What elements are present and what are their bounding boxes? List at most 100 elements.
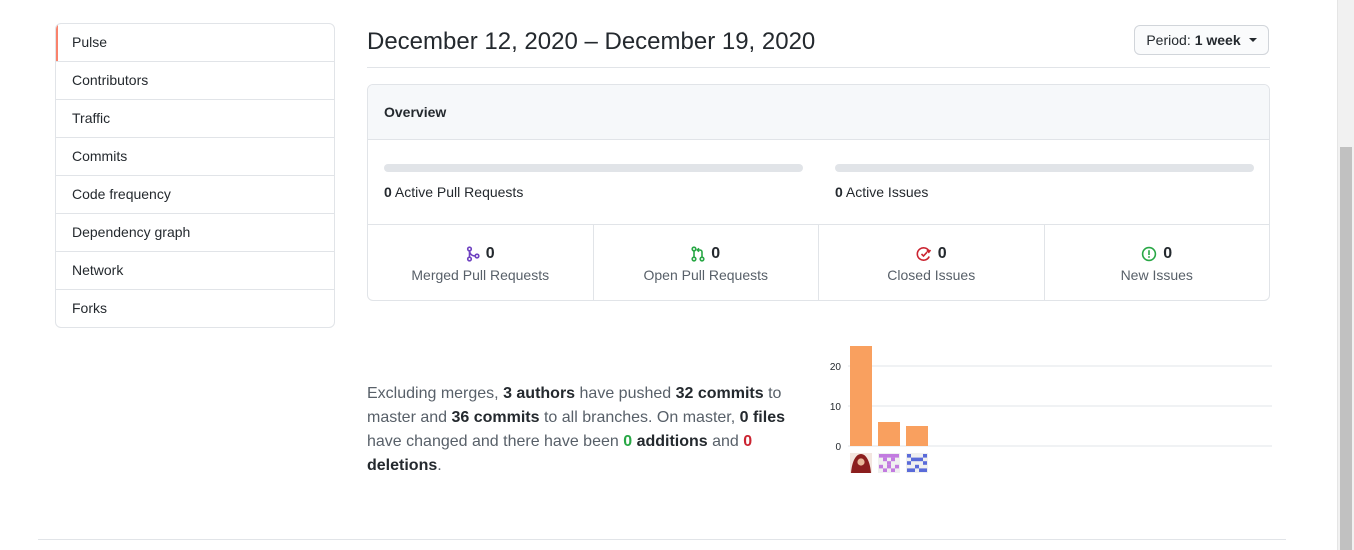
avatar-3-cell	[907, 468, 911, 472]
summary-text: have changed and there have been	[367, 433, 624, 450]
sidebar-item-label: Code frequency	[72, 186, 171, 202]
avatar-3-cell	[923, 468, 927, 472]
sidebar-item-dependency-graph[interactable]: Dependency graph	[56, 214, 334, 252]
scrollbar-thumb[interactable]	[1340, 147, 1352, 550]
git-merge-icon	[466, 246, 480, 262]
insights-sidebar: Pulse Contributors Traffic Commits Code …	[55, 23, 335, 328]
avatar-3-cell	[915, 457, 919, 462]
active-issues-link[interactable]: 0 Active Issues	[835, 184, 928, 200]
master-commits-count: 32 commits	[675, 385, 764, 402]
chart-bar	[906, 426, 928, 446]
period-label: Period:	[1146, 32, 1191, 48]
open-pull-requests-label: Open Pull Requests	[643, 267, 769, 283]
all-branches-commits-count: 36 commits	[451, 409, 540, 426]
authors-count: 3 authors	[503, 385, 576, 402]
sidebar-item-label: Pulse	[72, 34, 108, 50]
deletions-label: deletions	[367, 457, 438, 474]
vertical-scrollbar[interactable]	[1337, 0, 1354, 550]
summary-text: and	[707, 433, 744, 450]
open-pull-requests-stat[interactable]: 0 Open Pull Requests	[594, 225, 819, 300]
active-issues-count: 0	[835, 184, 843, 200]
avatar-2-cell	[891, 454, 895, 458]
y-tick-label: 10	[830, 402, 842, 413]
sidebar-item-code-frequency[interactable]: Code frequency	[56, 176, 334, 214]
sidebar-item-label: Traffic	[72, 110, 111, 126]
avatar-3-cell	[919, 468, 923, 472]
sidebar-item-pulse[interactable]: Pulse	[56, 24, 334, 62]
merged-pull-requests-label: Merged Pull Requests	[411, 267, 550, 283]
overview-box: Overview 0 Active Pull Requests 0 Active…	[367, 84, 1270, 301]
overview-stats: 0 Merged Pull Requests 0 Open Pull Reque…	[368, 225, 1270, 300]
summary-text: have pushed	[575, 385, 676, 402]
overview-title: Overview	[368, 85, 1269, 140]
active-issues-label: Active Issues	[845, 184, 929, 200]
issue-closed-icon	[916, 246, 932, 262]
period-value: 1 week	[1194, 32, 1241, 48]
avatar-2-cell	[887, 461, 891, 465]
closed-issues-stat[interactable]: 0 Closed Issues	[819, 225, 1045, 300]
avatar-2-cell	[887, 464, 891, 469]
additions-label: additions	[632, 433, 708, 450]
avatar-3-cell	[923, 461, 927, 465]
commits-by-author-chart: 0 10 20	[830, 346, 1272, 473]
chart-bar	[850, 346, 872, 446]
summary-text: Excluding merges,	[367, 385, 504, 402]
avatar-2-cell	[895, 464, 899, 469]
y-tick-label: 20	[830, 362, 842, 373]
footer-divider	[38, 539, 1286, 540]
avatar-2-cell	[895, 454, 899, 458]
caret-down-icon	[1248, 38, 1257, 42]
sidebar-item-network[interactable]: Network	[56, 252, 334, 290]
avatar-2-cell	[891, 457, 895, 462]
merged-pull-requests-count: 0	[485, 245, 495, 262]
open-pull-requests-count: 0	[711, 245, 721, 262]
avatar-3-cell	[919, 457, 923, 462]
commit-summary: Excluding merges, 3 authors have pushed …	[367, 382, 822, 478]
avatar-2-cell	[883, 468, 887, 472]
active-pull-requests-count: 0	[384, 184, 392, 200]
issue-opened-icon	[1141, 246, 1157, 262]
new-issues-count: 0	[1163, 245, 1173, 262]
closed-issues-label: Closed Issues	[887, 267, 976, 283]
new-issues-stat[interactable]: 0 New Issues	[1045, 225, 1270, 300]
avatar-2-cell	[879, 464, 883, 469]
sidebar-item-label: Network	[72, 262, 124, 278]
summary-text: to all branches. On master,	[539, 409, 740, 426]
avatar-3-cell	[907, 461, 911, 465]
avatar-1-face	[857, 458, 865, 466]
new-issues-label: New Issues	[1120, 267, 1193, 283]
avatar-2-cell	[891, 468, 895, 472]
avatar-3-cell	[915, 464, 919, 469]
avatar-2-cell	[879, 454, 883, 458]
issues-progress-bar	[835, 164, 1254, 172]
sidebar-item-label: Contributors	[72, 72, 149, 88]
sidebar-item-traffic[interactable]: Traffic	[56, 100, 334, 138]
activity-bars: 0 Active Pull Requests 0 Active Issues	[368, 140, 1269, 225]
period-dropdown-button[interactable]: Period: 1 week	[1134, 25, 1269, 55]
y-tick-label: 0	[835, 442, 841, 453]
additions-count: 0	[623, 433, 633, 450]
closed-issues-count: 0	[937, 245, 947, 262]
avatar-3-cell	[907, 454, 911, 458]
sidebar-item-commits[interactable]: Commits	[56, 138, 334, 176]
summary-text: .	[437, 457, 442, 474]
avatar-2-cell	[883, 454, 887, 458]
deletions-count: 0	[743, 433, 753, 450]
git-pull-request-icon	[691, 246, 705, 262]
avatar-2-cell	[883, 457, 887, 462]
sidebar-item-label: Commits	[72, 148, 128, 164]
avatar-3-cell	[911, 468, 915, 472]
sidebar-item-contributors[interactable]: Contributors	[56, 62, 334, 100]
header-divider	[367, 67, 1270, 68]
chart-bar	[878, 422, 900, 446]
page-title: December 12, 2020 – December 19, 2020	[367, 28, 816, 55]
active-pull-requests-link[interactable]: 0 Active Pull Requests	[384, 184, 523, 200]
files-changed-count: 0 files	[739, 409, 785, 426]
sidebar-item-forks[interactable]: Forks	[56, 290, 334, 327]
merged-pull-requests-stat[interactable]: 0 Merged Pull Requests	[368, 225, 594, 300]
pull-requests-progress-bar	[384, 164, 803, 172]
sidebar-item-label: Dependency graph	[72, 224, 191, 240]
avatar-2-cell	[887, 454, 891, 458]
avatar-3-cell	[911, 457, 915, 462]
sidebar-item-label: Forks	[72, 300, 107, 316]
